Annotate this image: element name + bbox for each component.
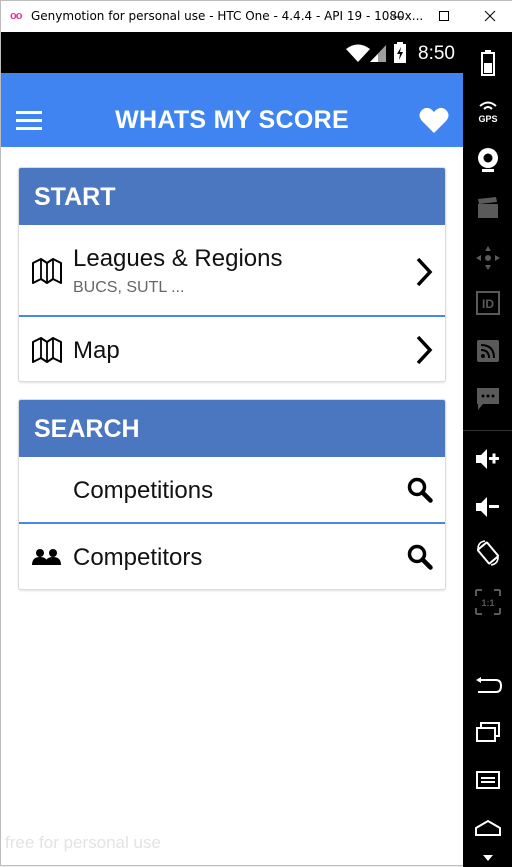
rss-icon (477, 340, 499, 362)
volume-down-button[interactable] (463, 496, 512, 518)
menu-list-icon (476, 771, 500, 789)
leagues-regions-subtitle: BUCS, SUTL ... (73, 279, 185, 296)
close-icon (484, 10, 495, 22)
camera-widget-button[interactable] (463, 147, 512, 173)
dpad-icon (476, 246, 500, 270)
webcam-icon (478, 148, 498, 172)
leagues-regions-label: Leagues & Regions (73, 245, 283, 272)
ratio-label: 1:1 (481, 598, 494, 608)
window-title: Genymotion for personal use - HTC One - … (31, 9, 424, 23)
volume-up-icon (476, 449, 499, 469)
minimize-icon (392, 16, 403, 18)
map-icon (32, 337, 62, 363)
pixel-perfect-button[interactable]: 1:1 (463, 589, 512, 615)
network-widget-button[interactable] (463, 339, 512, 363)
search-icon (407, 477, 433, 503)
window-titlebar: oo Genymotion for personal use - HTC One… (1, 1, 512, 32)
status-time: 8:50 (418, 43, 455, 64)
back-button[interactable] (463, 676, 512, 696)
clapperboard-icon (478, 197, 498, 218)
start-card-header: START (19, 168, 445, 225)
maximize-button[interactable] (421, 1, 466, 31)
menu-button[interactable] (463, 770, 512, 790)
list-item-competitors[interactable]: Competitors (19, 524, 445, 589)
favorite-heart-icon[interactable] (419, 107, 449, 134)
battery-charging-icon (394, 42, 406, 63)
start-card: START Leagues & Regions BUCS, SUTL ... M… (18, 167, 446, 382)
battery-icon (481, 50, 495, 76)
android-status-bar: 8:50 (1, 32, 463, 73)
watermark-text: free for personal use (5, 833, 161, 852)
home-icon (475, 819, 501, 836)
search-icon (407, 544, 433, 570)
battery-widget-button[interactable] (463, 50, 512, 76)
id-label: ID (482, 297, 494, 311)
home-button[interactable] (463, 818, 512, 838)
sidebar-divider (463, 430, 512, 431)
gps-widget-button[interactable]: GPS (463, 100, 512, 124)
sms-widget-button[interactable] (463, 387, 512, 411)
volume-down-icon (476, 497, 499, 517)
wifi-icon (346, 44, 370, 62)
volume-up-button[interactable] (463, 448, 512, 470)
rotate-button[interactable] (463, 540, 512, 566)
list-item-competitions[interactable]: Competitions (19, 457, 445, 524)
chevron-right-icon (416, 257, 433, 287)
search-card: SEARCH Competitions Competitors (18, 399, 446, 590)
signal-icon (370, 45, 386, 62)
close-window-button[interactable] (467, 1, 512, 31)
map-icon (32, 258, 62, 284)
id-widget-button[interactable]: ID (463, 291, 512, 315)
chevron-right-icon (416, 335, 433, 365)
competitors-label: Competitors (73, 544, 203, 571)
dpad-widget-button[interactable] (463, 246, 512, 270)
emulator-sidebar: GPS ID 1:1 (463, 32, 512, 867)
genymotion-logo: oo (10, 10, 22, 22)
chevron-down-icon (483, 855, 493, 861)
message-icon (477, 388, 499, 410)
app-title: WHATS MY SCORE (115, 106, 349, 134)
list-item-leagues-regions[interactable]: Leagues & Regions BUCS, SUTL ... (19, 225, 445, 317)
rotate-screen-icon (477, 540, 499, 566)
emulator-window: oo Genymotion for personal use - HTC One… (0, 0, 512, 867)
recent-apps-icon (476, 722, 500, 742)
back-icon (476, 677, 502, 693)
competitions-label: Competitions (73, 477, 214, 504)
id-icon: ID (476, 291, 500, 315)
screencast-widget-button[interactable] (463, 197, 512, 219)
map-label: Map (73, 337, 120, 364)
minimize-button[interactable] (375, 1, 420, 31)
maximize-icon (438, 11, 449, 21)
main-content: START Leagues & Regions BUCS, SUTL ... M… (1, 147, 463, 859)
pixel-perfect-icon: 1:1 (475, 589, 501, 615)
list-item-map[interactable]: Map (19, 317, 445, 381)
gps-icon: GPS (478, 101, 498, 124)
search-card-header: SEARCH (19, 400, 445, 457)
app-toolbar: WHATS MY SCORE (1, 73, 463, 147)
recent-apps-button[interactable] (463, 722, 512, 742)
gps-label: GPS (478, 114, 497, 124)
sidebar-scroll-down[interactable] (463, 854, 512, 862)
users-icon (32, 549, 61, 565)
